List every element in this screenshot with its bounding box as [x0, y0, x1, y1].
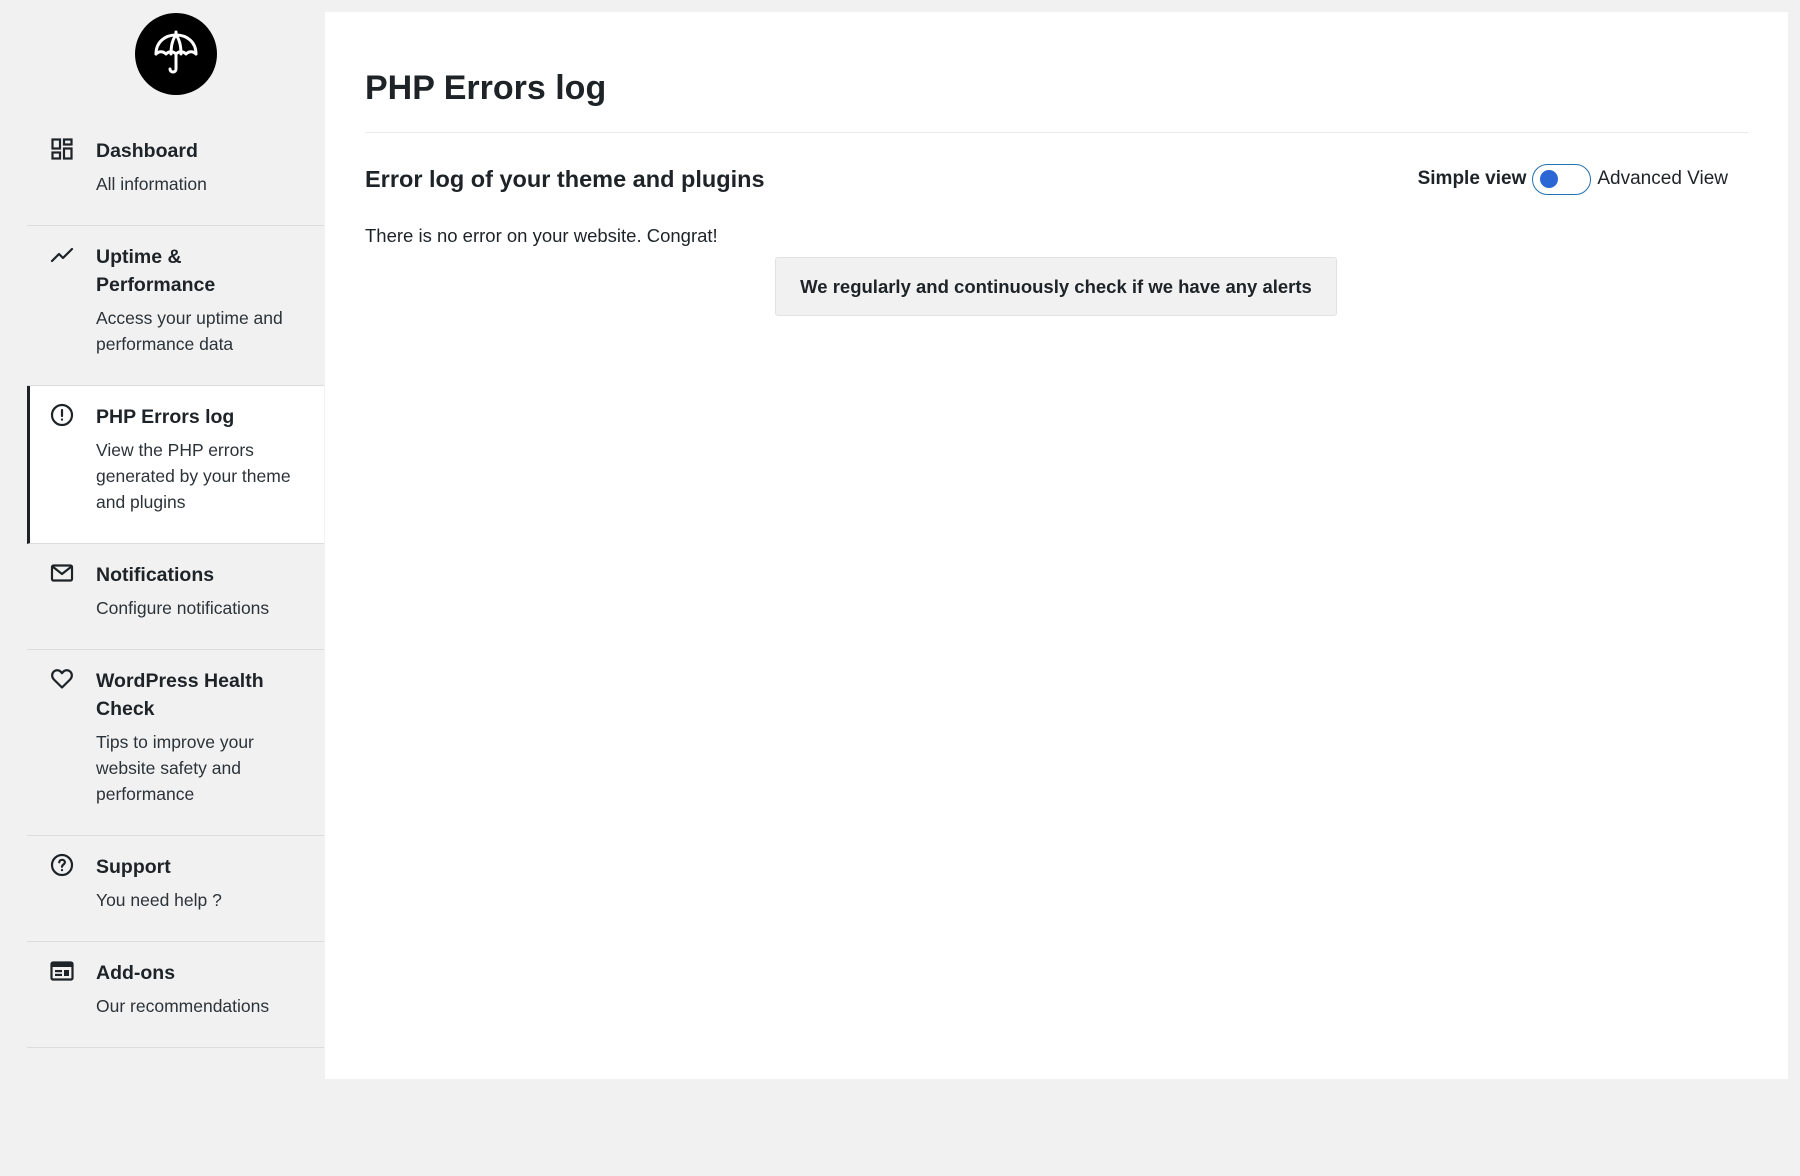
addons-icon [49, 958, 75, 984]
mail-icon [49, 560, 75, 586]
view-mode-switch[interactable] [1532, 163, 1592, 195]
alert-circle-icon [49, 402, 75, 428]
sidebar-item-uptime-performance[interactable]: Uptime & Performance Access your uptime … [27, 226, 324, 386]
main-panel: PHP Errors log Error log of your theme a… [325, 12, 1788, 1079]
umbrella-logo-icon[interactable] [134, 13, 217, 95]
sidebar-item-desc: You need help ? [96, 890, 222, 910]
alert-status-box: We regularly and continuously check if w… [775, 257, 1337, 316]
sidebar-item-title: Dashboard [96, 140, 198, 162]
sidebar-item-title: PHP Errors log [96, 406, 235, 428]
sidebar-item-title: WordPress Health Check [96, 670, 264, 720]
sidebar-item-desc: Our recommendations [96, 996, 270, 1016]
sidebar-item-notifications[interactable]: Notifications Configure notifications [27, 544, 324, 650]
sidebar-item-title: Notifications [96, 564, 215, 586]
sidebar-item-dashboard[interactable]: Dashboard All information [27, 120, 324, 226]
sidebar-item-title: Uptime & Performance [96, 246, 216, 296]
sidebar-item-desc: Tips to improve your website safety and … [96, 732, 254, 804]
logo-container [27, 0, 324, 120]
page-title: PHP Errors log [365, 69, 607, 107]
alert-status-text: We regularly and continuously check if w… [800, 275, 1312, 297]
sidebar-item-wordpress-health-check[interactable]: WordPress Health Check Tips to improve y… [27, 650, 324, 836]
view-toggle: Simple view Advanced View [1418, 163, 1728, 195]
no-error-message: There is no error on your website. Congr… [365, 225, 718, 246]
advanced-view-label[interactable]: Advanced View [1597, 168, 1728, 190]
sidebar-item-desc: All information [96, 174, 207, 194]
sidebar-item-php-errors-log[interactable]: PHP Errors log View the PHP errors gener… [27, 386, 324, 544]
sidebar-item-desc: Access your uptime and performance data [96, 308, 283, 354]
dashboard-icon [49, 136, 75, 162]
trend-line-icon [49, 242, 75, 268]
heart-icon [49, 666, 75, 692]
sidebar-item-desc: Configure notifications [96, 598, 270, 618]
help-circle-icon [49, 852, 75, 878]
switch-knob [1540, 169, 1559, 188]
sidebar: Dashboard All information Uptime & Perfo… [27, 0, 324, 1048]
sidebar-item-title: Add-ons [96, 962, 176, 984]
sidebar-item-title: Support [96, 856, 171, 878]
simple-view-label[interactable]: Simple view [1418, 168, 1527, 190]
sidebar-item-support[interactable]: Support You need help ? [27, 836, 324, 942]
section-header: Error log of your theme and plugins Simp… [365, 163, 1748, 195]
title-divider [365, 132, 1748, 133]
sidebar-item-add-ons[interactable]: Add-ons Our recommendations [27, 942, 324, 1048]
section-title: Error log of your theme and plugins [365, 166, 765, 192]
sidebar-item-desc: View the PHP errors generated by your th… [96, 440, 291, 512]
